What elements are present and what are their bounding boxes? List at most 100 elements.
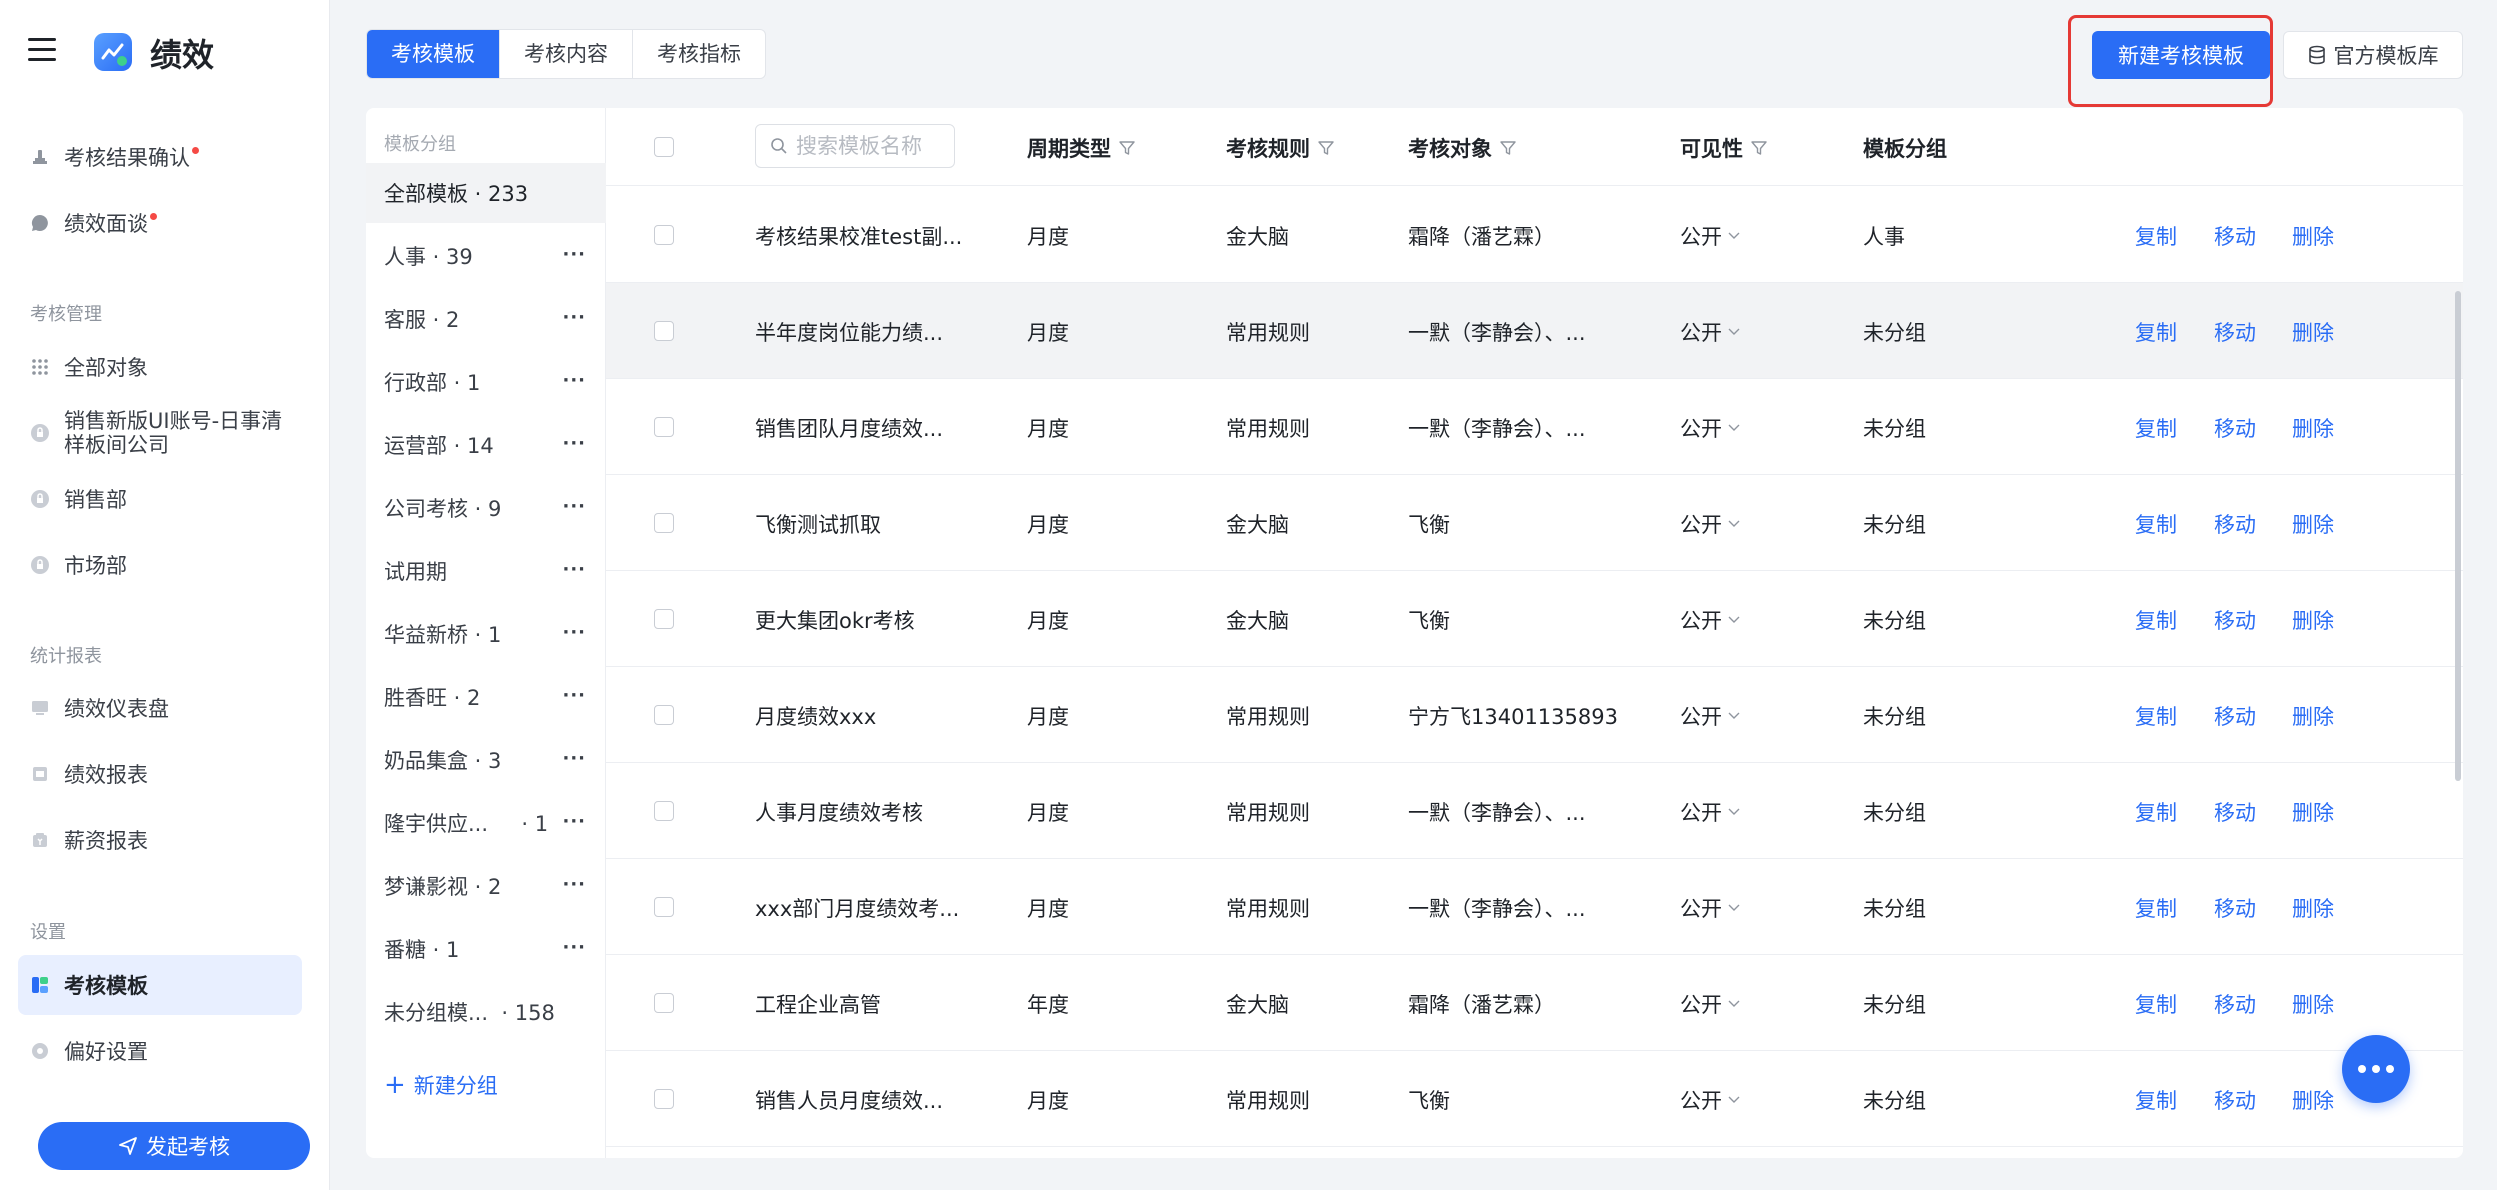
visibility-select[interactable]: 公开 xyxy=(1680,893,1740,923)
table-row[interactable]: xxx部门月度绩效考... 月度 常用规则 一默（李静会）、... 公开 未分组 复制 移动 删… xyxy=(606,859,2463,955)
more-options-icon[interactable]: ··· xyxy=(562,433,586,454)
template-name[interactable]: 工程企业高管 xyxy=(755,989,881,1019)
copy-button[interactable]: 复制 xyxy=(2135,605,2177,635)
delete-button[interactable]: 删除 xyxy=(2292,701,2334,731)
table-row[interactable]: 考核结果校准test副... 月度 金大脑 霜降（潘艺霖） 公开 人事 复制 移动 删除 xyxy=(606,187,2463,283)
group-item[interactable]: 人事 · 39 ··· xyxy=(366,226,606,286)
nav-item-preferences[interactable]: 偏好设置 xyxy=(18,1021,302,1081)
filter-icon[interactable] xyxy=(1119,140,1135,156)
group-item[interactable]: 运营部 · 14 ··· xyxy=(366,415,606,475)
delete-button[interactable]: 删除 xyxy=(2292,221,2334,251)
launch-review-button[interactable]: 发起考核 xyxy=(38,1122,310,1170)
nav-item-performance-report[interactable]: 绩效报表 xyxy=(18,744,302,804)
nav-item-sales-company[interactable]: 销售新版UI账号-日事清样板间公司 xyxy=(18,400,302,466)
more-options-icon[interactable]: ··· xyxy=(562,874,586,895)
search-input[interactable] xyxy=(796,134,946,158)
move-button[interactable]: 移动 xyxy=(2214,317,2256,347)
template-name[interactable]: 考核结果校准test副... xyxy=(755,221,962,251)
delete-button[interactable]: 删除 xyxy=(2292,989,2334,1019)
template-name[interactable]: 半年度岗位能力绩... xyxy=(755,317,943,347)
scrollbar-thumb[interactable] xyxy=(2455,291,2461,781)
delete-button[interactable]: 删除 xyxy=(2292,509,2334,539)
visibility-select[interactable]: 公开 xyxy=(1680,221,1740,251)
group-item[interactable]: 客服 · 2 ··· xyxy=(366,289,606,349)
row-checkbox[interactable] xyxy=(654,993,674,1013)
group-item[interactable]: 梦谦影视 · 2 ··· xyxy=(366,856,606,916)
move-button[interactable]: 移动 xyxy=(2214,701,2256,731)
group-item[interactable]: 隆宇供应... · 1 ··· xyxy=(366,793,606,853)
visibility-select[interactable]: 公开 xyxy=(1680,701,1740,731)
table-row[interactable]: 飞衡测试抓取 月度 金大脑 飞衡 公开 未分组 复制 移动 删除 xyxy=(606,475,2463,571)
new-group-button[interactable]: + 新建分组 xyxy=(384,1070,498,1100)
group-item[interactable]: 华益新桥 · 1 ··· xyxy=(366,604,606,664)
move-button[interactable]: 移动 xyxy=(2214,221,2256,251)
copy-button[interactable]: 复制 xyxy=(2135,413,2177,443)
more-options-icon[interactable]: ··· xyxy=(562,937,586,958)
visibility-select[interactable]: 公开 xyxy=(1680,1085,1740,1115)
more-options-icon[interactable]: ··· xyxy=(562,811,586,832)
group-item[interactable]: 公司考核 · 9 ··· xyxy=(366,478,606,538)
group-item[interactable]: 行政部 · 1 ··· xyxy=(366,352,606,412)
group-item[interactable]: 试用期 ··· xyxy=(366,541,606,601)
nav-item-result-confirm[interactable]: 考核结果确认 xyxy=(18,127,302,187)
more-options-icon[interactable]: ··· xyxy=(562,370,586,391)
nav-item-sales-dept[interactable]: 销售部 xyxy=(18,469,302,529)
filter-icon[interactable] xyxy=(1318,140,1334,156)
official-library-button[interactable]: 官方模板库 xyxy=(2283,31,2463,79)
copy-button[interactable]: 复制 xyxy=(2135,701,2177,731)
row-checkbox[interactable] xyxy=(654,513,674,533)
more-options-icon[interactable]: ··· xyxy=(562,748,586,769)
nav-item-all-targets[interactable]: 全部对象 xyxy=(18,337,302,397)
visibility-select[interactable]: 公开 xyxy=(1680,605,1740,635)
row-checkbox[interactable] xyxy=(654,417,674,437)
group-item[interactable]: 全部模板 · 233 xyxy=(366,163,606,223)
delete-button[interactable]: 删除 xyxy=(2292,1085,2334,1115)
table-row[interactable]: 半年度岗位能力绩... 月度 常用规则 一默（李静会）、... 公开 未分组 复制 移动 删除 xyxy=(606,283,2463,379)
row-checkbox[interactable] xyxy=(654,1089,674,1109)
delete-button[interactable]: 删除 xyxy=(2292,797,2334,827)
visibility-select[interactable]: 公开 xyxy=(1680,413,1740,443)
delete-button[interactable]: 删除 xyxy=(2292,317,2334,347)
nav-item-marketing-dept[interactable]: 市场部 xyxy=(18,535,302,595)
nav-item-salary-report[interactable]: 薪资报表 xyxy=(18,810,302,870)
filter-icon[interactable] xyxy=(1751,140,1767,156)
tab-content[interactable]: 考核内容 xyxy=(500,30,633,78)
move-button[interactable]: 移动 xyxy=(2214,413,2256,443)
visibility-select[interactable]: 公开 xyxy=(1680,509,1740,539)
row-checkbox[interactable] xyxy=(654,801,674,821)
template-name[interactable]: 飞衡测试抓取 xyxy=(755,509,881,539)
row-checkbox[interactable] xyxy=(654,897,674,917)
more-options-icon[interactable]: ··· xyxy=(562,244,586,265)
template-name[interactable]: 销售团队月度绩效... xyxy=(755,413,943,443)
copy-button[interactable]: 复制 xyxy=(2135,1085,2177,1115)
visibility-select[interactable]: 公开 xyxy=(1680,317,1740,347)
more-options-icon[interactable]: ··· xyxy=(562,559,586,580)
visibility-select[interactable]: 公开 xyxy=(1680,989,1740,1019)
group-item[interactable]: 奶品集盒 · 3 ··· xyxy=(366,730,606,790)
table-row[interactable]: 月度绩效xxx 月度 常用规则 宁方飞13401135893 公开 未分组 复制 移动 删除 xyxy=(606,667,2463,763)
delete-button[interactable]: 删除 xyxy=(2292,893,2334,923)
nav-item-performance-interview[interactable]: 绩效面谈 xyxy=(18,193,302,253)
delete-button[interactable]: 删除 xyxy=(2292,413,2334,443)
tab-indicators[interactable]: 考核指标 xyxy=(633,30,765,78)
tab-templates[interactable]: 考核模板 xyxy=(367,30,500,78)
table-row[interactable]: 销售人员月度绩效... 月度 常用规则 飞衡 公开 未分组 复制 移动 删除 xyxy=(606,1051,2463,1147)
more-options-icon[interactable]: ··· xyxy=(562,307,586,328)
copy-button[interactable]: 复制 xyxy=(2135,221,2177,251)
template-name[interactable]: 销售人员月度绩效... xyxy=(755,1085,943,1115)
move-button[interactable]: 移动 xyxy=(2214,797,2256,827)
search-box[interactable] xyxy=(755,124,955,168)
table-row[interactable]: 工程企业高管 年度 金大脑 霜降（潘艺霖） 公开 未分组 复制 移动 删除 xyxy=(606,955,2463,1051)
nav-item-templates[interactable]: 考核模板 xyxy=(18,955,302,1015)
filter-icon[interactable] xyxy=(1500,140,1516,156)
more-options-icon[interactable]: ··· xyxy=(562,622,586,643)
table-scrollbar[interactable] xyxy=(2453,186,2463,1158)
copy-button[interactable]: 复制 xyxy=(2135,989,2177,1019)
delete-button[interactable]: 删除 xyxy=(2292,605,2334,635)
copy-button[interactable]: 复制 xyxy=(2135,797,2177,827)
table-row[interactable]: 更大集团okr考核 月度 金大脑 飞衡 公开 未分组 复制 移动 删除 xyxy=(606,571,2463,667)
visibility-select[interactable]: 公开 xyxy=(1680,797,1740,827)
row-checkbox[interactable] xyxy=(654,705,674,725)
new-template-button[interactable]: 新建考核模板 xyxy=(2092,31,2270,79)
move-button[interactable]: 移动 xyxy=(2214,989,2256,1019)
